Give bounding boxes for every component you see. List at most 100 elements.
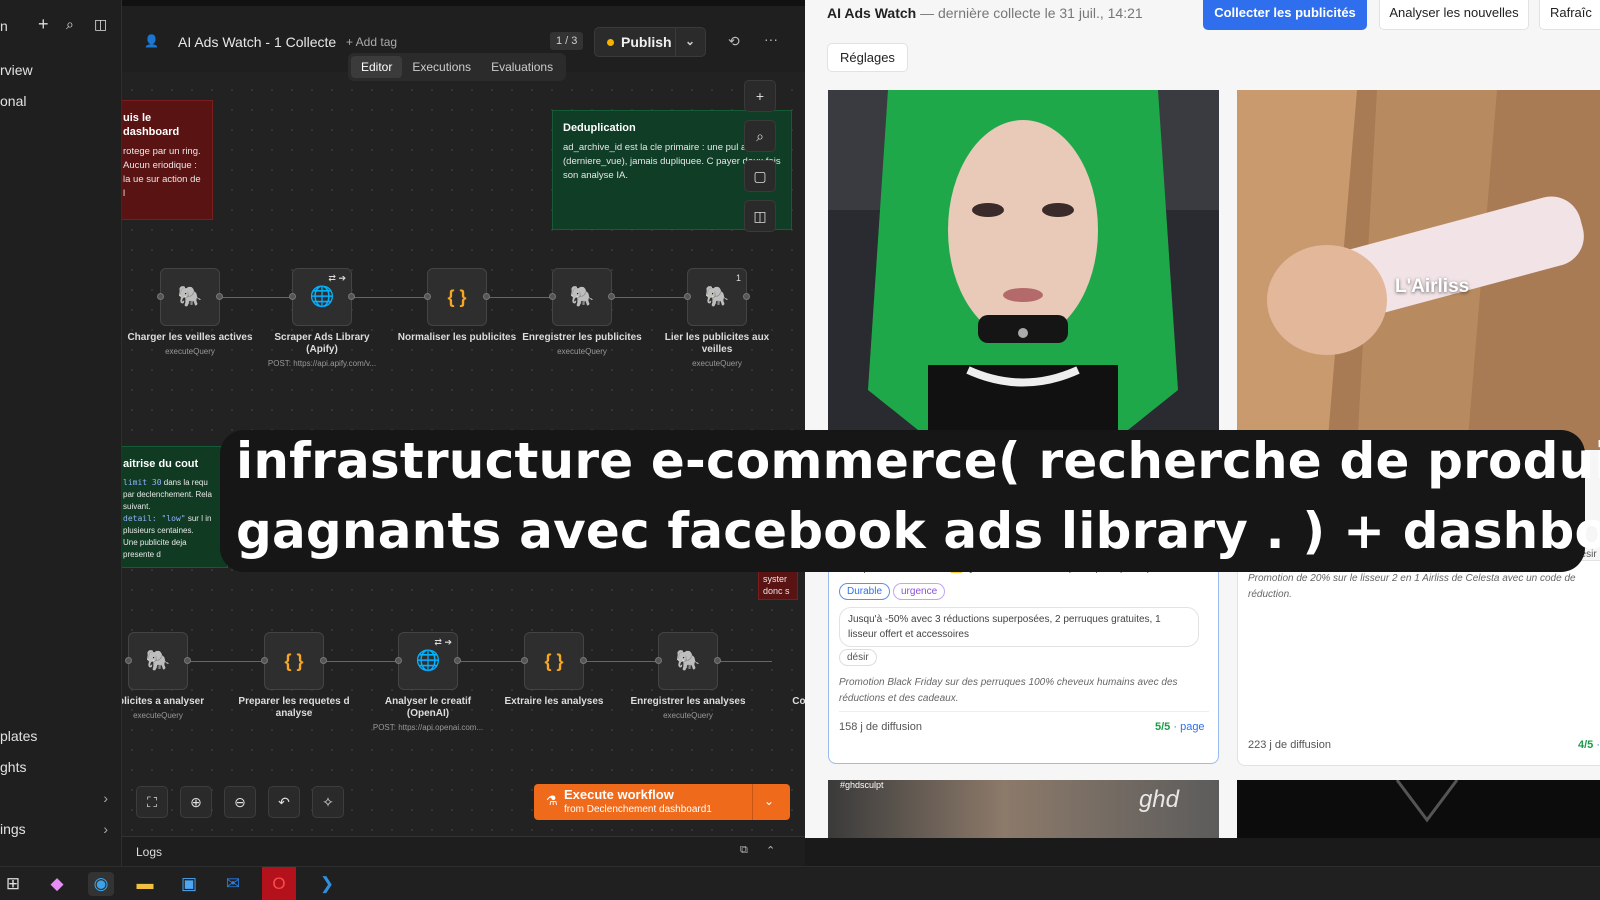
- history-icon[interactable]: ⟲: [728, 33, 740, 50]
- undo-icon[interactable]: ↶: [268, 786, 300, 818]
- chevron-down-icon[interactable]: ⌄: [685, 34, 695, 48]
- ad-creative-image[interactable]: #ghdsculpt ghd: [828, 780, 1219, 838]
- node-port[interactable]: [714, 657, 721, 664]
- workflow-title[interactable]: AI Ads Watch - 1 Collecte: [178, 34, 336, 50]
- ad-creative-image[interactable]: [1237, 780, 1600, 838]
- node-badge: 1: [735, 273, 741, 283]
- node-port[interactable]: [655, 657, 662, 664]
- workflow-node[interactable]: 🐘 1: [684, 268, 750, 326]
- tab-editor[interactable]: Editor: [351, 56, 403, 78]
- sticky-note-cost[interactable]: aitrise du cout limit 30 dans la requ pa…: [122, 446, 228, 568]
- workflow-node[interactable]: 🐘: [549, 268, 615, 326]
- publish-button[interactable]: Publish ⌄: [594, 27, 706, 57]
- opera-icon[interactable]: O: [262, 867, 296, 900]
- task-view-icon[interactable]: ⊞: [0, 872, 26, 896]
- file-explorer-icon[interactable]: ▬: [132, 872, 158, 896]
- chevron-up-icon[interactable]: ⌃: [766, 844, 775, 857]
- add-node-icon[interactable]: +: [744, 80, 776, 112]
- node-label: Scraper Ads Library (Apify) POST: https:/…: [258, 332, 386, 370]
- workflow-node[interactable]: 🌐 ⇄ ➔: [395, 632, 461, 690]
- tidy-up-icon[interactable]: ✧: [312, 786, 344, 818]
- node-port[interactable]: [348, 293, 355, 300]
- node-port[interactable]: [608, 293, 615, 300]
- plus-icon[interactable]: +: [38, 14, 49, 35]
- node-port[interactable]: [743, 293, 750, 300]
- chevron-down-icon[interactable]: ⌄: [764, 794, 774, 808]
- node-port[interactable]: [125, 657, 132, 664]
- node-subtitle: POST: https://api.openai.com...: [372, 723, 484, 732]
- ad-creative-image[interactable]: L'Airliss: [1237, 90, 1600, 450]
- node-label: Normaliser les publicites: [393, 332, 521, 344]
- node-title: Enregistrer les publicites: [522, 332, 642, 343]
- search-nodes-icon[interactable]: ⌕: [744, 120, 776, 152]
- publish-label: Publish: [621, 34, 672, 50]
- node-port[interactable]: [157, 293, 164, 300]
- logs-panel[interactable]: Logs ⧉ ⌃: [122, 836, 805, 866]
- search-icon[interactable]: ⌕: [66, 16, 74, 33]
- sidebar-item-personal[interactable]: onal: [0, 93, 26, 109]
- zoom-out-icon[interactable]: ⊖: [224, 786, 256, 818]
- node-port[interactable]: [684, 293, 691, 300]
- ad-card[interactable]: Pourquoi BAISI choisir ? ⚠️ Qualité Prem…: [828, 560, 1219, 764]
- add-tag-button[interactable]: + Add tag: [346, 35, 397, 49]
- sidebar-item-templates[interactable]: plates: [0, 728, 37, 744]
- sticky-note-icon[interactable]: ▢: [744, 160, 776, 192]
- page-link[interactable]: · page: [1173, 721, 1204, 733]
- refresh-button[interactable]: Rafraîc: [1539, 0, 1600, 30]
- collect-ads-button[interactable]: Collecter les publicités: [1203, 0, 1367, 30]
- vscode-icon[interactable]: ❯: [314, 872, 340, 896]
- sidebar-item-overview[interactable]: rview: [0, 62, 33, 78]
- sidebar-item-settings[interactable]: ings ›: [0, 821, 122, 837]
- workflow-node[interactable]: 🐘: [157, 268, 223, 326]
- workflow-node[interactable]: { }: [261, 632, 327, 690]
- node-port[interactable]: [261, 657, 268, 664]
- ad-creative-image[interactable]: [828, 90, 1219, 430]
- postgres-icon: 🐘: [675, 650, 701, 672]
- node-port[interactable]: [549, 293, 556, 300]
- copilot-icon[interactable]: ◆: [44, 872, 70, 896]
- screen: n + ⌕ ◫ rview onal plates ghts › ings › …: [0, 0, 1600, 900]
- popout-icon[interactable]: ⧉: [740, 844, 748, 857]
- store-icon[interactable]: ▣: [176, 872, 202, 896]
- tag-badge: désir: [839, 649, 877, 666]
- windows-taskbar: ⊞ ◆ ◉ ▬ ▣ ✉ O ❯: [0, 866, 1600, 900]
- workflow-node[interactable]: { }: [424, 268, 490, 326]
- workflow-node[interactable]: 🐘: [655, 632, 721, 690]
- connection-edge: [458, 661, 524, 662]
- sticky-note-dashboard[interactable]: uis le dashboard rotege par un ring. Auc…: [122, 100, 213, 220]
- sidebar-item-insights[interactable]: ghts: [0, 759, 26, 775]
- edge-icon[interactable]: ◉: [88, 872, 114, 896]
- ad-card[interactable]: désir Promotion de 20% sur le lisseur 2 …: [1237, 549, 1600, 766]
- settings-button[interactable]: Réglages: [827, 43, 908, 72]
- window-gap: [805, 838, 1600, 866]
- more-options-icon[interactable]: ···: [764, 31, 778, 47]
- node-port[interactable]: [289, 293, 296, 300]
- execute-workflow-button[interactable]: ⚗ Execute workflow from Declenchement da…: [534, 784, 790, 820]
- tab-executions[interactable]: Executions: [402, 56, 481, 78]
- node-port[interactable]: [216, 293, 223, 300]
- workflow-node[interactable]: 🐘: [125, 632, 191, 690]
- node-port[interactable]: [424, 293, 431, 300]
- node-port[interactable]: [580, 657, 587, 664]
- node-port[interactable]: [454, 657, 461, 664]
- node-port[interactable]: [320, 657, 327, 664]
- panel-icon[interactable]: ◫: [744, 200, 776, 232]
- node-port[interactable]: [184, 657, 191, 664]
- workflow-node[interactable]: { }: [521, 632, 587, 690]
- outlook-icon[interactable]: ✉: [220, 872, 246, 896]
- node-port[interactable]: [521, 657, 528, 664]
- score-value: 5/5: [1155, 721, 1171, 733]
- page-link[interactable]: ·: [1596, 739, 1600, 751]
- sticky-note-system[interactable]: syster donc s: [758, 570, 798, 600]
- node-title: Lier les publicites aux veilles: [664, 332, 770, 355]
- workflow-node[interactable]: 🌐 ⇄ ➔: [289, 268, 355, 326]
- analyze-new-button[interactable]: Analyser les nouvelles: [1379, 0, 1529, 30]
- zoom-in-icon[interactable]: ⊕: [180, 786, 212, 818]
- node-badge: ⇄ ➔: [328, 273, 346, 283]
- panel-toggle-icon[interactable]: ◫: [94, 16, 107, 33]
- connection-edge: [718, 661, 772, 662]
- fit-view-icon[interactable]: ⛶: [136, 786, 168, 818]
- node-port[interactable]: [483, 293, 490, 300]
- tab-evaluations[interactable]: Evaluations: [481, 56, 563, 78]
- node-port[interactable]: [395, 657, 402, 664]
